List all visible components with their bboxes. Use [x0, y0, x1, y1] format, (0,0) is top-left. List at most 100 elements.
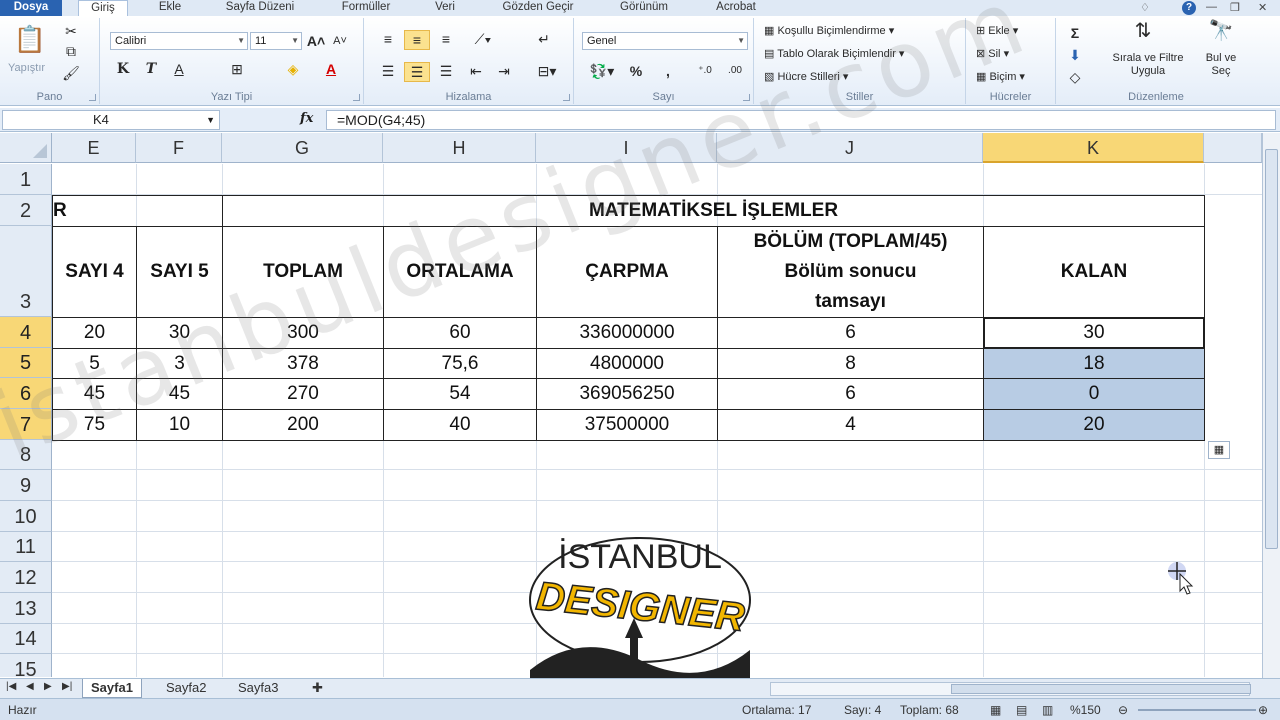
number-dialog-launcher-icon[interactable] [743, 94, 750, 101]
vertical-scroll-thumb[interactable] [1265, 149, 1278, 549]
column-header-f[interactable]: F [136, 133, 222, 163]
cell-kalan-row4[interactable]: 30 [983, 317, 1205, 349]
cell-sayi5-row4[interactable]: 30 [136, 317, 223, 349]
name-box[interactable]: K4 ▼ [2, 110, 220, 130]
table-title[interactable]: MATEMATİKSEL İŞLEMLER [222, 195, 1205, 227]
increase-decimal-icon[interactable]: ⁺.0 [692, 62, 718, 80]
cell-ortalama-row7[interactable]: 40 [383, 409, 537, 441]
cell-bolum-row6[interactable]: 6 [717, 378, 984, 410]
grow-font-icon[interactable]: A˄ [306, 32, 326, 50]
page-break-view-icon[interactable]: ▥ [1042, 703, 1053, 717]
font-name-select[interactable]: Calibri ▼ [110, 32, 248, 50]
header-sayi4[interactable]: SAYI 4 [52, 226, 137, 318]
column-header-k[interactable]: K [983, 133, 1204, 163]
cell-toplam-row6[interactable]: 270 [222, 378, 384, 410]
row-header-3[interactable]: 3 [0, 226, 52, 317]
tab-view[interactable]: Görünüm [608, 0, 680, 16]
column-header-j[interactable]: J [717, 133, 983, 163]
cell-bolum-row5[interactable]: 8 [717, 348, 984, 379]
sheet-tab-sayfa2[interactable]: Sayfa2 [158, 679, 214, 698]
tab-data[interactable]: Veri [425, 0, 465, 16]
cell-sayi4-row6[interactable]: 45 [52, 378, 137, 410]
normal-view-icon[interactable]: ▦ [990, 703, 1001, 717]
align-bottom-icon[interactable]: ≡ [434, 30, 458, 48]
alignment-dialog-launcher-icon[interactable] [563, 94, 570, 101]
number-format-select[interactable]: Genel ▼ [582, 32, 748, 50]
cell-toplam-row7[interactable]: 200 [222, 409, 384, 441]
cell-sayi5-row7[interactable]: 10 [136, 409, 223, 441]
row-header-10[interactable]: 10 [0, 501, 52, 532]
tab-review[interactable]: Gözden Geçir [488, 0, 588, 16]
next-sheet-icon[interactable]: ▶ [44, 681, 52, 692]
comma-style-button[interactable]: , [658, 62, 678, 80]
header-sayi5[interactable]: SAYI 5 [136, 226, 223, 318]
column-header-h[interactable]: H [383, 133, 536, 163]
page-layout-view-icon[interactable]: ▤ [1016, 703, 1027, 717]
currency-icon[interactable]: 💱▾ [584, 62, 620, 80]
cell-ortalama-row6[interactable]: 54 [383, 378, 537, 410]
header-carpma[interactable]: ÇARPMA [536, 226, 718, 318]
cell-ortalama-row4[interactable]: 60 [383, 317, 537, 349]
vertical-scrollbar[interactable] [1262, 133, 1280, 678]
cell-kalan-row6[interactable]: 0 [983, 378, 1205, 410]
format-as-table-button[interactable]: ▤ Tablo Olarak Biçimlendir ▾ [764, 47, 904, 60]
sort-filter-button[interactable]: Sırala ve Filtre Uygula [1102, 52, 1194, 78]
first-sheet-icon[interactable]: |◀ [6, 681, 16, 692]
header-toplam[interactable]: TOPLAM [222, 226, 384, 318]
underline-button[interactable]: A [170, 60, 188, 78]
cell-toplam-row5[interactable]: 378 [222, 348, 384, 379]
horizontal-scroll-thumb[interactable] [951, 684, 1251, 694]
column-header-i[interactable]: I [536, 133, 717, 163]
increase-indent-icon[interactable]: ⇥ [492, 62, 516, 80]
cell-styles-button[interactable]: ▧ Hücre Stilleri ▾ [764, 70, 848, 83]
cell-bolum-row4[interactable]: 6 [717, 317, 984, 349]
header-kalan[interactable]: KALAN [983, 226, 1205, 318]
worksheet-grid[interactable]: E F G H I J K 1 2 3 4 5 6 7 8 9 10 11 12… [0, 133, 1262, 677]
window-close-icon[interactable]: ✕ [1258, 1, 1267, 14]
cell-kalan-row5[interactable]: 18 [983, 348, 1205, 379]
tab-page-layout[interactable]: Sayfa Düzeni [210, 0, 310, 16]
row-header-8[interactable]: 8 [0, 440, 52, 470]
header-ortalama[interactable]: ORTALAMA [383, 226, 537, 318]
copy-icon[interactable]: ⧉ [62, 42, 80, 60]
cell-carpma-row7[interactable]: 37500000 [536, 409, 718, 441]
sheet-tab-sayfa3[interactable]: Sayfa3 [230, 679, 286, 698]
tab-acrobat[interactable]: Acrobat [704, 0, 768, 16]
align-left-icon[interactable]: ☰ [376, 62, 400, 80]
orientation-icon[interactable]: ⟋▾ [468, 30, 498, 48]
window-restore-icon[interactable]: ❐ [1230, 1, 1240, 14]
paste-icon[interactable]: 📋 [12, 22, 48, 56]
sort-filter-icon[interactable]: ⇅ [1128, 21, 1158, 41]
row-header-15[interactable]: 15 [0, 654, 52, 677]
paste-button[interactable]: Yapıştır [8, 62, 45, 74]
horizontal-scrollbar[interactable] [770, 682, 1251, 696]
cell-sayi4-row7[interactable]: 75 [52, 409, 137, 441]
delete-cells-button[interactable]: ⊠ Sil ▾ [976, 47, 1009, 60]
help-icon[interactable]: ? [1182, 1, 1196, 15]
column-header-g[interactable]: G [222, 133, 383, 163]
minimize-ribbon-icon[interactable]: ♢ [1140, 1, 1150, 14]
column-header-l[interactable] [1204, 133, 1262, 163]
cell-carpma-row6[interactable]: 369056250 [536, 378, 718, 410]
row-header-12[interactable]: 12 [0, 562, 52, 593]
shrink-font-icon[interactable]: A˅ [330, 32, 350, 50]
binoculars-icon[interactable]: 🔭 [1206, 21, 1236, 41]
row-header-4[interactable]: 4 [0, 317, 52, 348]
zoom-in-icon[interactable]: ⊕ [1258, 703, 1268, 717]
cell-sayi5-row5[interactable]: 3 [136, 348, 223, 379]
header-bolum[interactable]: BÖLÜM (TOPLAM/45) Bölüm sonucu tamsayı [717, 226, 984, 318]
column-header-e[interactable]: E [52, 133, 136, 163]
clipboard-dialog-launcher-icon[interactable] [89, 94, 96, 101]
conditional-formatting-button[interactable]: ▦ Koşullu Biçimlendirme ▾ [764, 24, 894, 37]
bold-button[interactable]: K [114, 60, 132, 78]
cell-bolum-row7[interactable]: 4 [717, 409, 984, 441]
insert-sheet-icon[interactable]: ✚ [304, 679, 331, 698]
row-header-7[interactable]: 7 [0, 409, 52, 440]
wrap-text-icon[interactable]: ↵ [532, 30, 556, 48]
tab-formulas[interactable]: Formüller [330, 0, 402, 16]
zoom-level[interactable]: %150 [1070, 703, 1101, 717]
cell-carpma-row5[interactable]: 4800000 [536, 348, 718, 379]
font-dialog-launcher-icon[interactable] [353, 94, 360, 101]
cell-kalan-row7[interactable]: 20 [983, 409, 1205, 441]
cut-icon[interactable]: ✂ [62, 22, 80, 40]
